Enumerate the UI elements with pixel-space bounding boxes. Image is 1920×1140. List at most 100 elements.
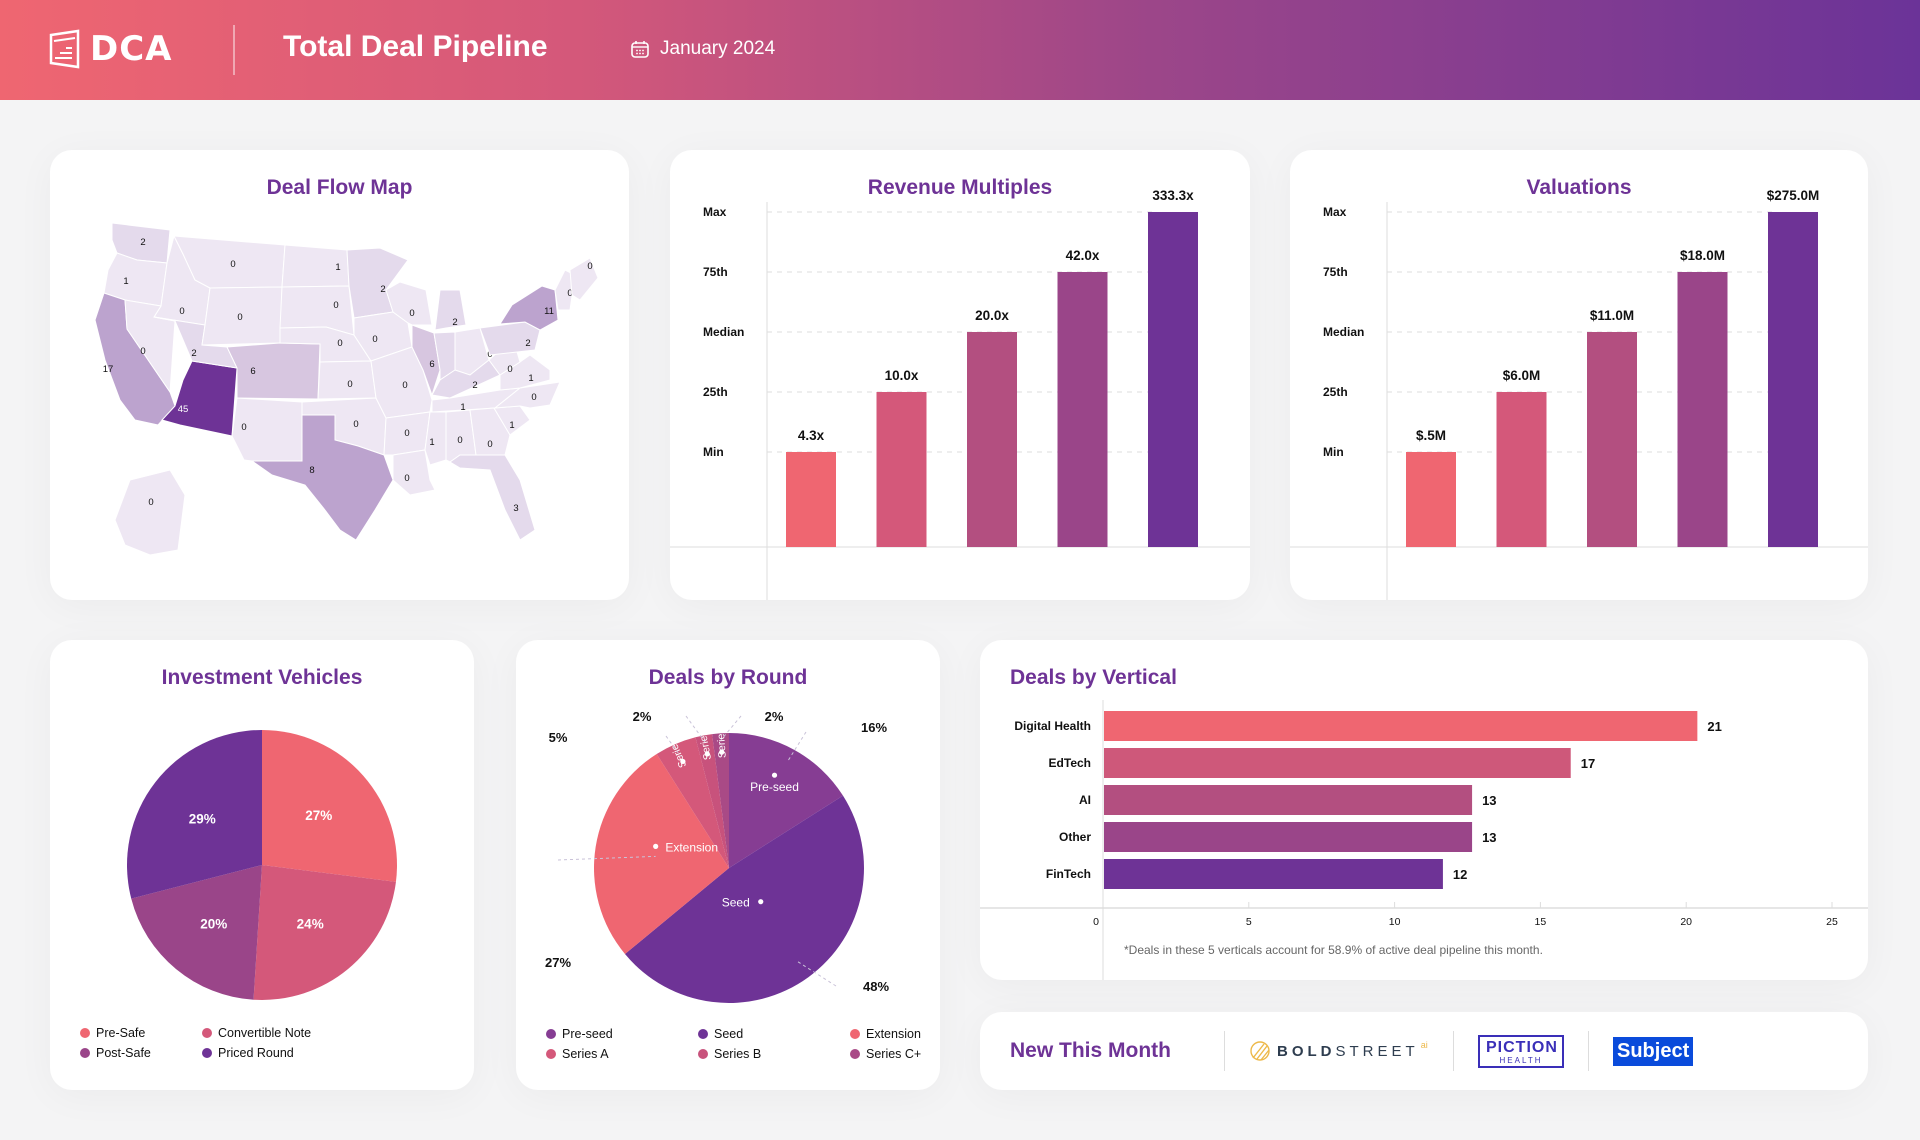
valuation-bar (1587, 332, 1637, 547)
legend-label: Series A (562, 1047, 609, 1061)
investment-vehicles-pie: 27% 24% 20% 29% (127, 730, 397, 1000)
state-az (161, 360, 238, 437)
data-label: 333.3x (1152, 188, 1194, 203)
state-value-label: 0 (179, 306, 184, 317)
boldstreet-suffix: ai (1420, 1040, 1428, 1050)
data-label: $275.0M (1767, 188, 1820, 203)
state-value-label: 0 (333, 300, 338, 311)
company-logo-boldstreet[interactable]: BOLDSTREET ai (1249, 1040, 1429, 1062)
state-value-label: 1 (123, 276, 128, 287)
state-value-label: 1 (509, 420, 514, 431)
legend-item: Series C+ (850, 1047, 960, 1061)
investment-vehicles-card: Investment Vehicles 27% 24% 20% 29% Pre-Saf… (50, 640, 474, 1090)
deals-by-vertical-footnote: *Deals in these 5 verticals account for … (1124, 943, 1543, 957)
revenue-multiple-bar (967, 332, 1017, 547)
new-this-month-title: New This Month (1010, 1039, 1171, 1062)
state-me (569, 257, 599, 301)
state-value-label: 8 (309, 465, 314, 476)
state-value-label: 6 (250, 366, 255, 377)
legend-label: Post-Safe (96, 1046, 151, 1060)
revenue-multiple-bar (1057, 272, 1108, 547)
data-label: $18.0M (1680, 248, 1725, 263)
vertical-bar (1104, 822, 1473, 852)
brand-logo[interactable]: DCA (48, 29, 173, 69)
data-label: $.5M (1416, 428, 1446, 443)
state-mi (434, 289, 467, 331)
legend-label: Series C+ (866, 1047, 922, 1061)
slice-name: Series C+ (714, 711, 729, 758)
state-value-label: 0 (587, 261, 592, 272)
state-value-label: 0 (404, 428, 409, 439)
state-value-label: 0 (372, 334, 377, 345)
value-label: 17 (1581, 756, 1595, 771)
legend-item: Post-Safe (80, 1046, 180, 1060)
boldstreet-bold: BOLD (1277, 1042, 1336, 1060)
company-logo-piction-health[interactable]: PICTION HEALTH (1478, 1034, 1564, 1068)
slice-marker (771, 772, 778, 778)
state-value-label: 3 (513, 503, 518, 514)
state-co (226, 342, 321, 400)
state-value-label: 0 (409, 308, 414, 319)
revenue-multiples-card: Revenue Multiples Min 4.3x 25th 10.0x Median… (670, 150, 1250, 600)
slice-marker (653, 843, 659, 849)
logo-text: DCA (90, 29, 173, 69)
y-tick-label: Min (703, 445, 724, 459)
value-label: 12 (1453, 867, 1467, 882)
slice-label: 24% (297, 916, 324, 931)
state-value-label: 11 (544, 306, 554, 317)
header-divider (233, 25, 235, 75)
percent-label: 5% (549, 730, 568, 745)
state-pa (479, 321, 541, 356)
company-logo-subject[interactable]: Subject (1613, 1036, 1694, 1066)
legend-item: Pre-Safe (80, 1026, 180, 1040)
legend-swatch (80, 1028, 90, 1038)
vertical-bar (1104, 748, 1571, 778)
data-label: $6.0M (1503, 368, 1541, 383)
revenue-multiples-chart: Min 4.3x 25th 10.0x Median 20.0x 75th 42.0x Max 3… (670, 188, 1250, 600)
percent-label: 2% (765, 709, 784, 724)
vertical-bar (1104, 711, 1698, 741)
legend-item: Pre-seed (546, 1027, 676, 1041)
value-label: 13 (1482, 830, 1496, 845)
piction-bottom: HEALTH (1499, 1055, 1543, 1065)
deals-by-vertical-card: Deals by Vertical 0 5 10 15 20 25 Digital Heal… (980, 640, 1868, 980)
valuation-bar (1496, 392, 1547, 547)
slice-name: Pre-seed (750, 780, 799, 794)
valuation-bar (1677, 272, 1728, 547)
y-tick-label: 25th (1323, 385, 1348, 399)
date-selector[interactable]: January 2024 (630, 38, 775, 60)
legend-swatch (202, 1028, 212, 1038)
state-value-label: 0 (347, 379, 352, 390)
category-label: FinTech (1046, 867, 1091, 881)
y-tick-label: Median (703, 325, 744, 339)
y-tick-label: 75th (1323, 265, 1348, 279)
state-value-label: 0 (230, 259, 235, 270)
revenue-multiple-bar (786, 452, 836, 547)
divider (1224, 1031, 1225, 1071)
legend-item: Priced Round (202, 1046, 352, 1060)
state-value-label: 1 (528, 373, 533, 384)
state-value-label: 0 (337, 338, 342, 349)
y-tick-label: Max (703, 205, 727, 219)
calendar-icon (631, 41, 649, 58)
deals-by-vertical-chart: 0 5 10 15 20 25 Digital Health 21 EdTech 17 AI 13 Ot… (980, 700, 1868, 980)
slice-marker (758, 899, 764, 905)
revenue-multiple-bar (876, 392, 927, 547)
revenue-multiple-bar (1148, 212, 1198, 547)
piction-top: PICTION (1486, 1038, 1558, 1056)
valuation-bar (1768, 212, 1818, 547)
deals-by-round-legend: Pre-seed Seed Extension Series A Series … (546, 1027, 960, 1061)
data-label: 10.0x (885, 368, 919, 383)
slice-name-group: Series C+ (714, 711, 729, 758)
legend-swatch (698, 1029, 708, 1039)
state-ak (114, 469, 186, 556)
x-tick-label: 25 (1826, 916, 1838, 928)
valuations-chart: Min $.5M 25th $6.0M Median $11.0M 75th $18.0M Ma… (1290, 188, 1868, 600)
valuations-card: Valuations Min $.5M 25th $6.0M Median $11.0M 7… (1290, 150, 1868, 600)
data-label: 20.0x (975, 308, 1009, 323)
pie-slice (253, 865, 396, 1000)
state-value-label: 0 (353, 419, 358, 430)
divider (1453, 1031, 1454, 1071)
state-value-label: 2 (472, 380, 477, 391)
dca-logo-icon (49, 29, 80, 69)
